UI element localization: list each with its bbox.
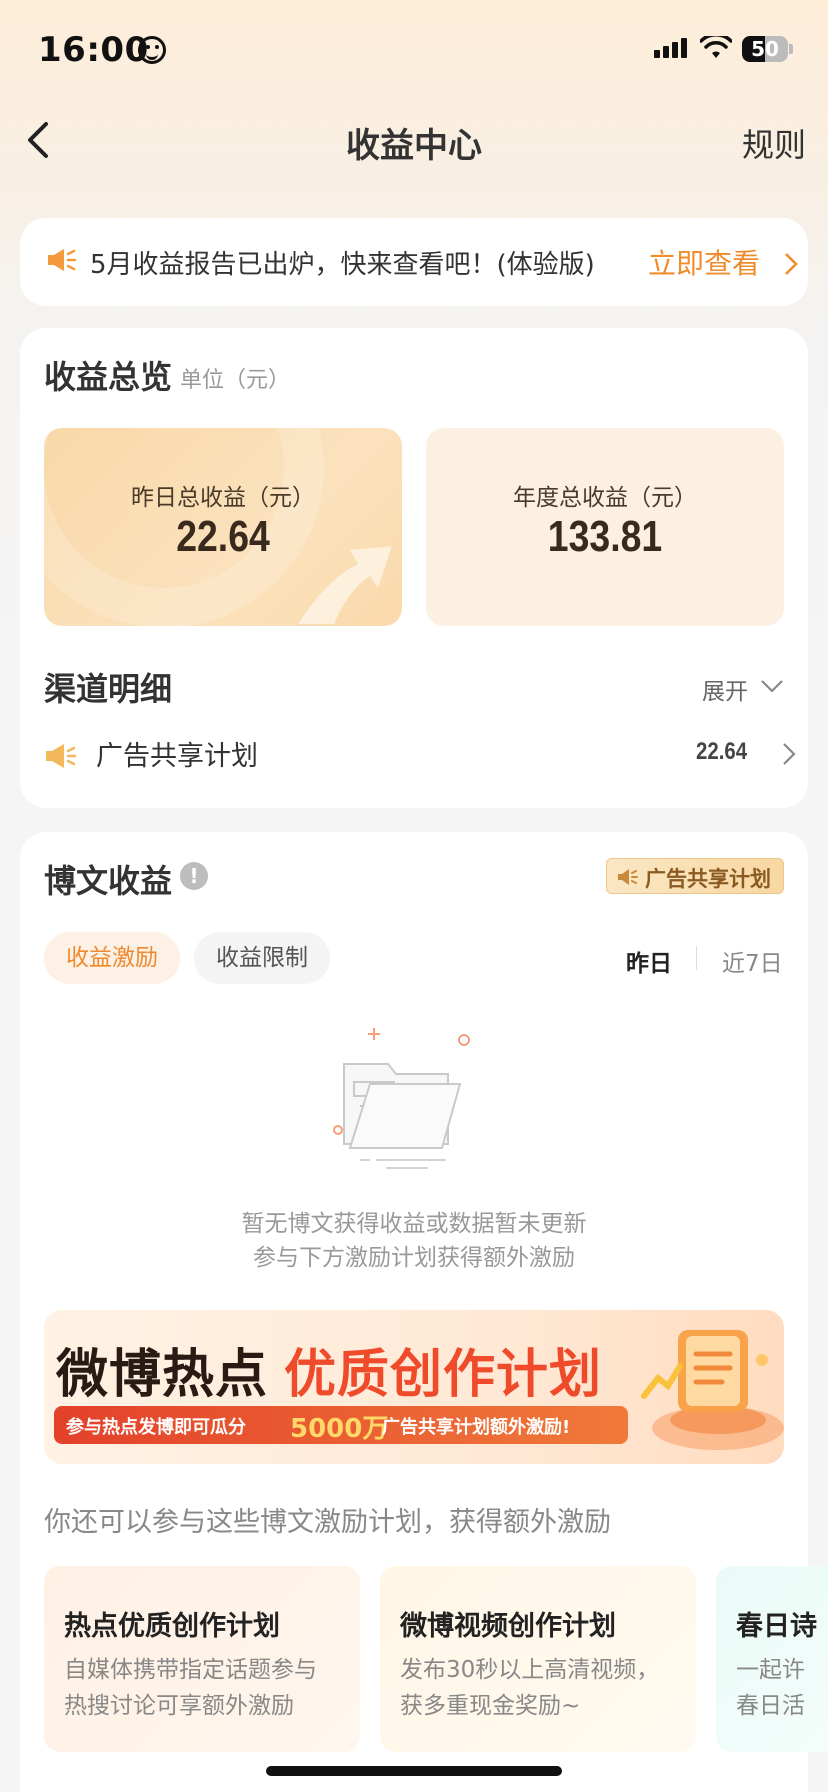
notice-text: 5月收益报告已出炉，快来查看吧！(体验版) [90,250,595,280]
range-divider [696,946,697,970]
overview-title: 收益总览 [44,358,173,396]
earnings-overview-card: 收益总览 单位（元） 昨日总收益（元） 22.64 年度总收益（元） 133.8… [20,328,808,808]
battery-icon: 50 [742,36,788,62]
ad-share-badge-label: 广告共享计划 [645,867,771,891]
report-notice-bar[interactable]: 5月收益报告已出炉，快来查看吧！(体验版) 立即查看 [20,218,808,306]
plan-description: 发布30秒以上高清视频， 获多重现金奖励~ [400,1652,682,1724]
view-now-link[interactable]: 立即查看 [648,242,760,282]
cellular-signal-icon [654,38,687,58]
plan-card-hot-topic[interactable]: 热点优质创作计划 自媒体携带指定话题参与 热搜讨论可享额外激励 [44,1566,360,1752]
range-yesterday[interactable]: 昨日 [626,944,672,978]
banner-amount: 5000万 [290,1414,389,1444]
chevron-right-icon [785,253,798,275]
smiley-icon [138,36,166,64]
chevron-down-icon[interactable] [760,678,784,694]
plan-description-line1: 自媒体携带指定话题参与 [64,1657,317,1683]
banner-subtitle-part1: 参与热点发博即可瓜分 [66,1417,246,1438]
plan-description: 一起许 春日活 [736,1652,828,1724]
status-time: 16:00 [38,30,149,70]
plan-card-video[interactable]: 微博视频创作计划 发布30秒以上高清视频， 获多重现金奖励~ [380,1566,696,1752]
plan-title: 微博视频创作计划 [400,1611,616,1642]
tab-earnings-incentive[interactable]: 收益激励 [44,932,180,984]
annual-earnings-card[interactable]: 年度总收益（元） 133.81 [426,428,784,626]
post-earnings-card: 博文收益 ! 广告共享计划 收益激励 收益限制 昨日 近7日 暂无博文获得收益或… [20,832,828,1792]
rules-link[interactable]: 规则 [742,120,806,166]
yesterday-value: 22.64 [176,512,270,561]
expand-button[interactable]: 展开 [702,672,748,706]
banner-subtitle-part2: 广告共享计划额外激励! [382,1417,571,1438]
battery-tip [789,44,793,54]
overview-unit: 单位（元） [180,368,291,393]
plan-card-spring-poetry[interactable]: 春日诗 一起许 春日活 [716,1566,828,1752]
ad-share-badge[interactable]: 广告共享计划 [606,858,784,894]
empty-message-line2: 参与下方激励计划获得额外激励 [253,1245,575,1271]
home-indicator[interactable] [266,1766,562,1776]
yesterday-earnings-card[interactable]: 昨日总收益（元） 22.64 [44,428,402,626]
channel-detail-title: 渠道明细 [44,670,173,708]
post-earnings-title: 博文收益 [44,862,173,900]
plan-description-line2: 热搜讨论可享额外激励 [64,1693,294,1719]
yesterday-label: 昨日总收益（元） [131,485,315,511]
banner-title-red: 优质创作计划 [284,1345,603,1405]
empty-message-line1: 暂无博文获得收益或数据暂未更新 [241,1211,587,1237]
empty-folder-illustration [333,1028,470,1169]
channel-name[interactable]: 广告共享计划 [96,734,258,773]
hot-topic-creation-banner[interactable]: 微博热点 优质创作计划 参与热点发博即可瓜分 5000万 广告共享计划额外激励! [44,1310,784,1464]
range-7-days[interactable]: 近7日 [722,944,783,978]
info-icon[interactable]: ! [180,862,208,890]
battery-level: 50 [751,37,779,61]
annual-label: 年度总收益（元） [513,485,697,511]
channel-value[interactable]: 22.64 [696,738,747,766]
plan-description-line1: 一起许 [736,1657,805,1683]
more-plans-description: 你还可以参与这些博文激励计划，获得额外激励 [44,1507,611,1538]
wifi-icon [700,36,732,58]
plan-description-line1: 发布30秒以上高清视频， [400,1657,660,1683]
megaphone-icon [48,249,77,271]
annual-value: 133.81 [547,512,663,561]
plan-description-line2: 春日活 [736,1693,805,1719]
plan-description: 自媒体携带指定话题参与 热搜讨论可享额外激励 [64,1652,346,1724]
plan-title: 热点优质创作计划 [64,1611,280,1642]
tab-earnings-limit[interactable]: 收益限制 [194,932,330,984]
plan-title: 春日诗 [736,1611,817,1642]
chevron-right-icon[interactable] [782,742,796,766]
banner-title-dark: 微博热点 [56,1345,269,1405]
megaphone-icon [46,744,77,768]
megaphone-icon [618,869,638,885]
banner-subtitle-strip: 参与热点发博即可瓜分 5000万 广告共享计划额外激励! [54,1406,628,1444]
scroll-trophy-illustration [641,1330,784,1450]
plan-description-line2: 获多重现金奖励~ [400,1693,581,1719]
page-title: 收益中心 [346,126,482,166]
